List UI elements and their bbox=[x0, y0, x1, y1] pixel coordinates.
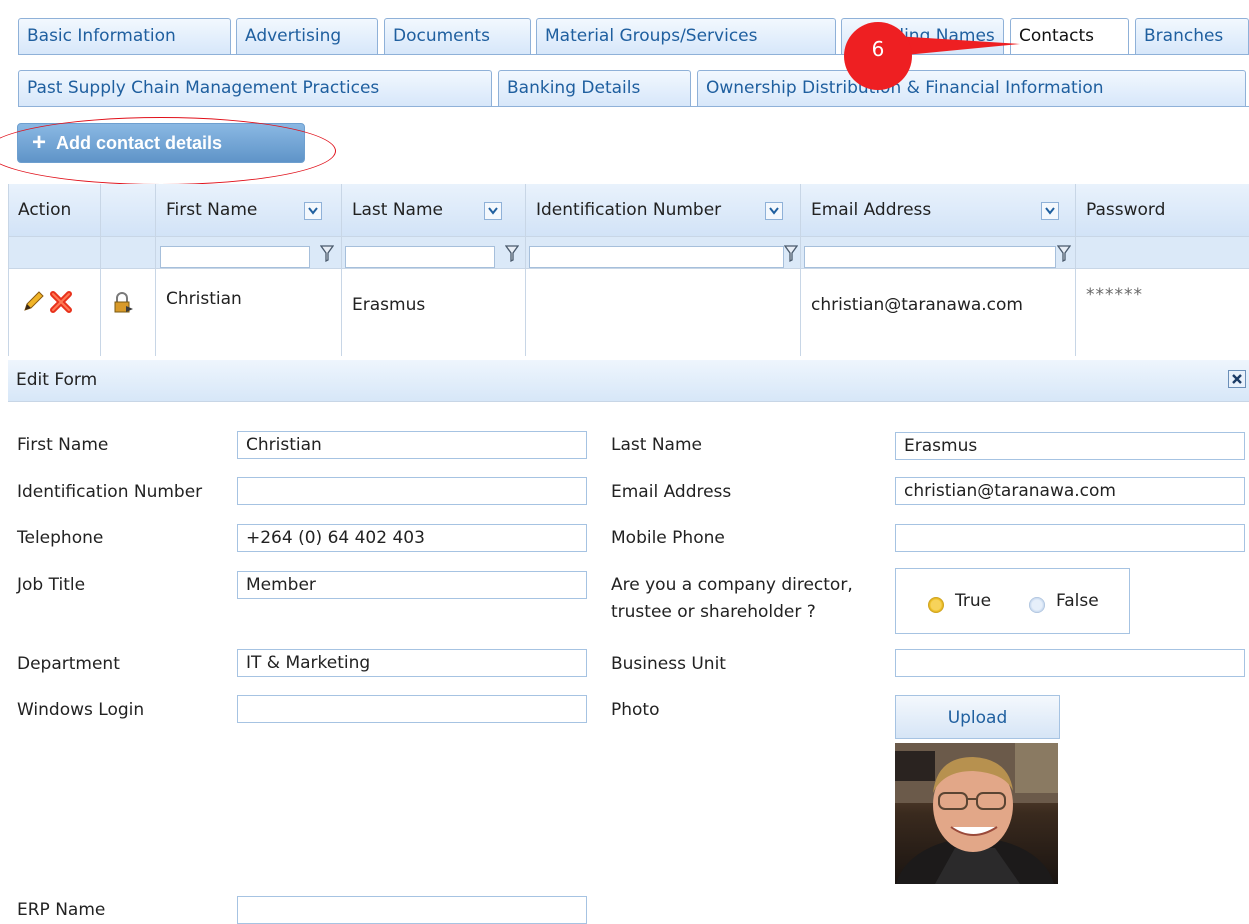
contacts-grid: Action First Name Last Name Identificati… bbox=[8, 184, 1249, 356]
tab-label: Banking Details bbox=[507, 78, 641, 98]
department-field[interactable]: IT & Marketing bbox=[237, 649, 587, 677]
department-label: Department bbox=[17, 654, 120, 674]
windows-login-field[interactable] bbox=[237, 695, 587, 723]
chevron-down-icon[interactable] bbox=[304, 202, 322, 220]
radio-true-label: True bbox=[955, 591, 992, 611]
tab-label: Material Groups/Services bbox=[545, 26, 758, 46]
filter-icon[interactable] bbox=[784, 245, 798, 263]
director-question-label-2: trustee or shareholder ? bbox=[611, 602, 816, 622]
radio-false[interactable] bbox=[1029, 597, 1045, 613]
tab-past-supply-chain[interactable]: Past Supply Chain Management Practices bbox=[18, 70, 492, 106]
last-name-field[interactable]: Erasmus bbox=[895, 432, 1245, 460]
tab-label: Contacts bbox=[1019, 26, 1094, 46]
business-unit-field[interactable] bbox=[895, 649, 1245, 677]
identification-number-label: Identification Number bbox=[17, 482, 203, 502]
identification-number-filter-input[interactable] bbox=[529, 246, 784, 268]
tab-contacts[interactable]: Contacts bbox=[1010, 18, 1129, 55]
last-name-label: Last Name bbox=[611, 435, 702, 455]
erp-name-label: ERP Name bbox=[17, 900, 106, 920]
chevron-down-icon[interactable] bbox=[1041, 202, 1059, 220]
edit-form-title: Edit Form bbox=[16, 370, 98, 390]
plus-icon: + bbox=[32, 129, 47, 156]
tab-bar-divider bbox=[18, 54, 1249, 55]
tab-label: Advertising bbox=[245, 26, 342, 46]
email-address-label: Email Address bbox=[611, 482, 732, 502]
close-icon[interactable] bbox=[1228, 370, 1246, 388]
column-header-first-name[interactable]: First Name bbox=[157, 184, 257, 237]
upload-button[interactable]: Upload bbox=[895, 695, 1060, 739]
cell-password: ****** bbox=[1086, 285, 1143, 305]
edit-pencil-icon[interactable] bbox=[21, 290, 45, 314]
windows-login-label: Windows Login bbox=[17, 700, 145, 720]
chevron-down-icon[interactable] bbox=[765, 202, 783, 220]
tab-label: Documents bbox=[393, 26, 490, 46]
tab-documents[interactable]: Documents bbox=[384, 18, 531, 54]
business-unit-label: Business Unit bbox=[611, 654, 726, 674]
edit-form-header: Edit Form bbox=[8, 360, 1249, 402]
telephone-label: Telephone bbox=[17, 528, 104, 548]
column-header-identification-number[interactable]: Identification Number bbox=[527, 184, 721, 237]
first-name-label: First Name bbox=[17, 435, 109, 455]
radio-false-label: False bbox=[1056, 591, 1099, 611]
tab-banking-details[interactable]: Banking Details bbox=[498, 70, 691, 106]
tab-basic-information[interactable]: Basic Information bbox=[18, 18, 231, 54]
erp-name-field[interactable] bbox=[237, 896, 587, 924]
first-name-field[interactable]: Christian bbox=[237, 431, 587, 459]
tab-label: Branches bbox=[1144, 26, 1224, 46]
column-header-last-name[interactable]: Last Name bbox=[343, 184, 443, 237]
director-radio-group: True False bbox=[895, 568, 1130, 634]
cell-email: christian@taranawa.com bbox=[811, 295, 1023, 315]
cell-first-name: Christian bbox=[166, 289, 242, 309]
column-header-action: Action bbox=[18, 200, 72, 220]
director-question-label-1: Are you a company director, bbox=[611, 575, 853, 595]
delete-icon[interactable] bbox=[49, 290, 73, 314]
column-header-email-address[interactable]: Email Address bbox=[802, 184, 931, 237]
tab-branches[interactable]: Branches bbox=[1135, 18, 1249, 54]
identification-number-field[interactable] bbox=[237, 477, 587, 505]
tab-label: Past Supply Chain Management Practices bbox=[27, 78, 380, 98]
first-name-filter-input[interactable] bbox=[160, 246, 310, 268]
lock-icon[interactable] bbox=[112, 292, 134, 314]
job-title-label: Job Title bbox=[17, 575, 86, 595]
tab-ownership-financial[interactable]: Ownership Distribution & Financial Infor… bbox=[697, 70, 1246, 106]
filter-icon[interactable] bbox=[320, 245, 334, 263]
mobile-phone-label: Mobile Phone bbox=[611, 528, 725, 548]
tab-material-groups-services[interactable]: Material Groups/Services bbox=[536, 18, 836, 54]
grid-column bbox=[101, 184, 156, 356]
tab-advertising[interactable]: Advertising bbox=[236, 18, 378, 54]
add-contact-details-button[interactable]: + Add contact details bbox=[17, 123, 305, 163]
tab-bar-divider bbox=[18, 106, 1249, 107]
email-filter-input[interactable] bbox=[804, 246, 1056, 268]
photo-label: Photo bbox=[611, 700, 660, 720]
filter-icon[interactable] bbox=[505, 245, 519, 263]
tab-label: Ownership Distribution & Financial Infor… bbox=[706, 78, 1104, 98]
chevron-down-icon[interactable] bbox=[484, 202, 502, 220]
callout-number: 6 bbox=[871, 37, 885, 61]
cell-last-name: Erasmus bbox=[352, 295, 426, 315]
filter-icon[interactable] bbox=[1057, 245, 1071, 263]
job-title-field[interactable]: Member bbox=[237, 571, 587, 599]
step-callout-badge: 6 bbox=[844, 22, 912, 90]
mobile-phone-field[interactable] bbox=[895, 524, 1245, 552]
add-button-label: Add contact details bbox=[56, 133, 223, 153]
column-header-password[interactable]: Password bbox=[1077, 184, 1165, 237]
tab-label: Basic Information bbox=[27, 26, 176, 46]
email-address-field[interactable]: christian@taranawa.com bbox=[895, 477, 1245, 505]
last-name-filter-input[interactable] bbox=[345, 246, 495, 268]
contact-photo bbox=[895, 743, 1058, 884]
radio-true[interactable] bbox=[928, 597, 944, 613]
telephone-field[interactable]: +264 (0) 64 402 403 bbox=[237, 524, 587, 552]
